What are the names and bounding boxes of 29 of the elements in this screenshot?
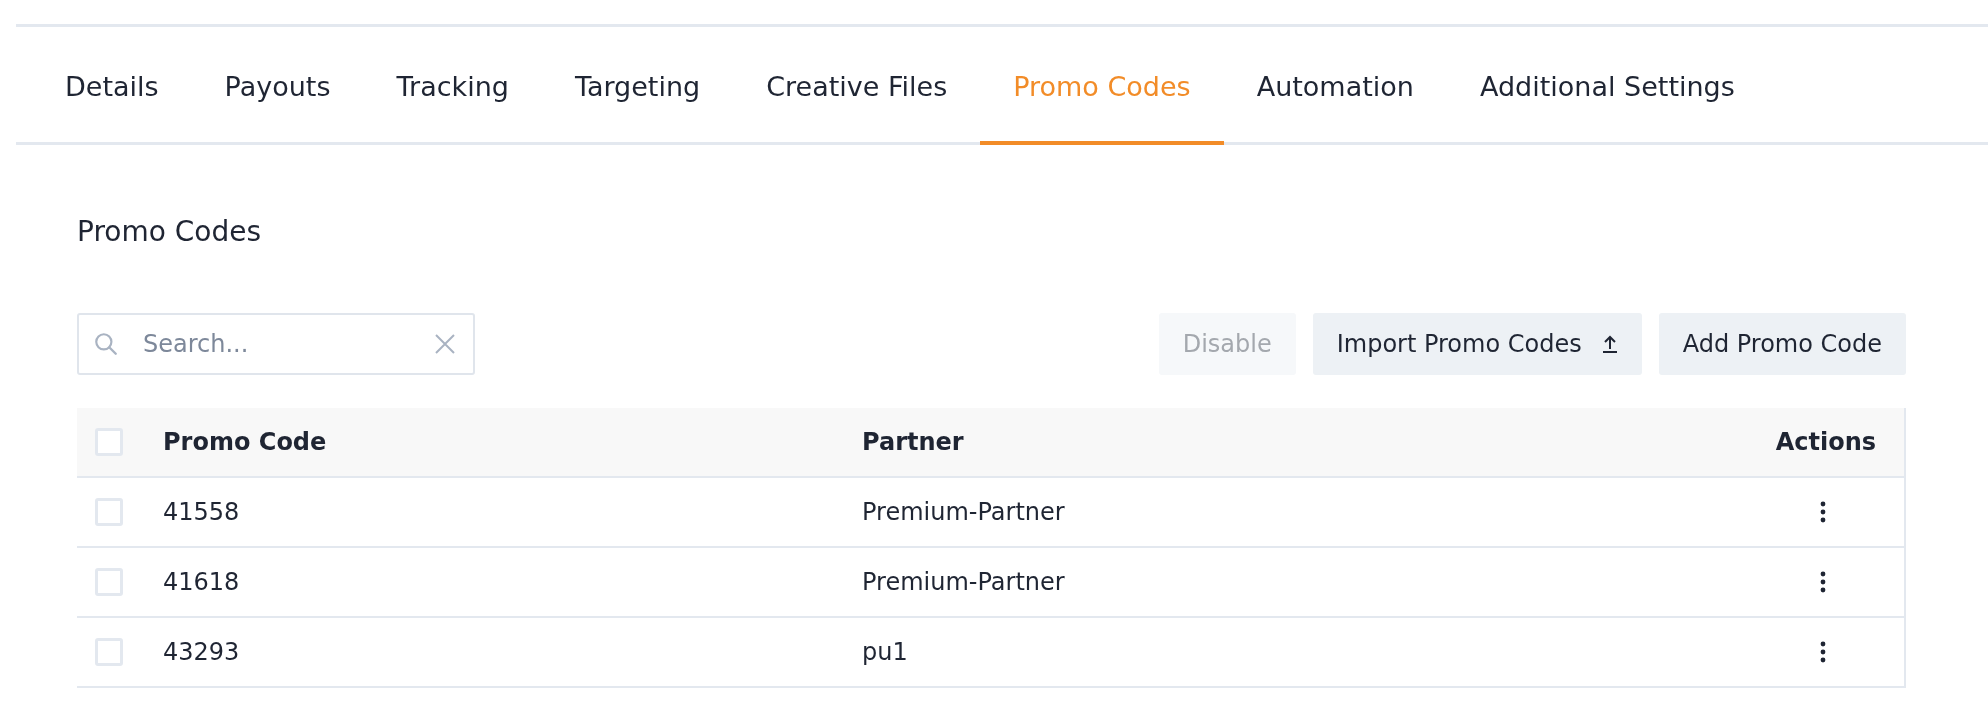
row-checkbox[interactable] <box>95 638 123 666</box>
table-cell-text: Premium-Partner <box>862 498 1066 526</box>
table-cell-text: Premium-Partner <box>862 568 1066 596</box>
column-header: Partner <box>862 428 965 456</box>
tab[interactable]: Payouts <box>191 27 364 145</box>
select-all-checkbox[interactable] <box>95 428 123 456</box>
tab[interactable]: Additional Settings <box>1446 27 1768 145</box>
row-checkbox[interactable] <box>95 498 123 526</box>
more-icon[interactable] <box>1820 501 1826 523</box>
row-checkbox[interactable] <box>95 568 123 596</box>
table-cell-text: 41558 <box>163 498 241 526</box>
tab[interactable]: Details <box>32 27 192 145</box>
tab[interactable]: Tracking <box>363 27 542 145</box>
action-button[interactable]: Add Promo Code <box>1658 313 1906 375</box>
more-icon[interactable] <box>1820 571 1826 593</box>
tab[interactable]: Targeting <box>541 27 734 145</box>
table-cell-text: 41618 <box>163 568 241 596</box>
tab[interactable]: Creative Files <box>733 27 981 145</box>
upload-icon <box>1601 335 1618 353</box>
table-cell-text: pu1 <box>862 638 909 666</box>
table-cell-text: 43293 <box>163 638 241 666</box>
clear-icon[interactable] <box>433 332 457 356</box>
column-header: Promo Code <box>163 428 328 456</box>
tab[interactable]: Automation <box>1223 27 1447 145</box>
action-button[interactable]: Import Promo Codes <box>1312 313 1642 375</box>
search-field[interactable]: Search... <box>77 313 475 375</box>
column-header: Actions <box>1775 428 1877 456</box>
more-icon[interactable] <box>1820 641 1826 663</box>
section-title: Promo Codes <box>77 215 262 250</box>
